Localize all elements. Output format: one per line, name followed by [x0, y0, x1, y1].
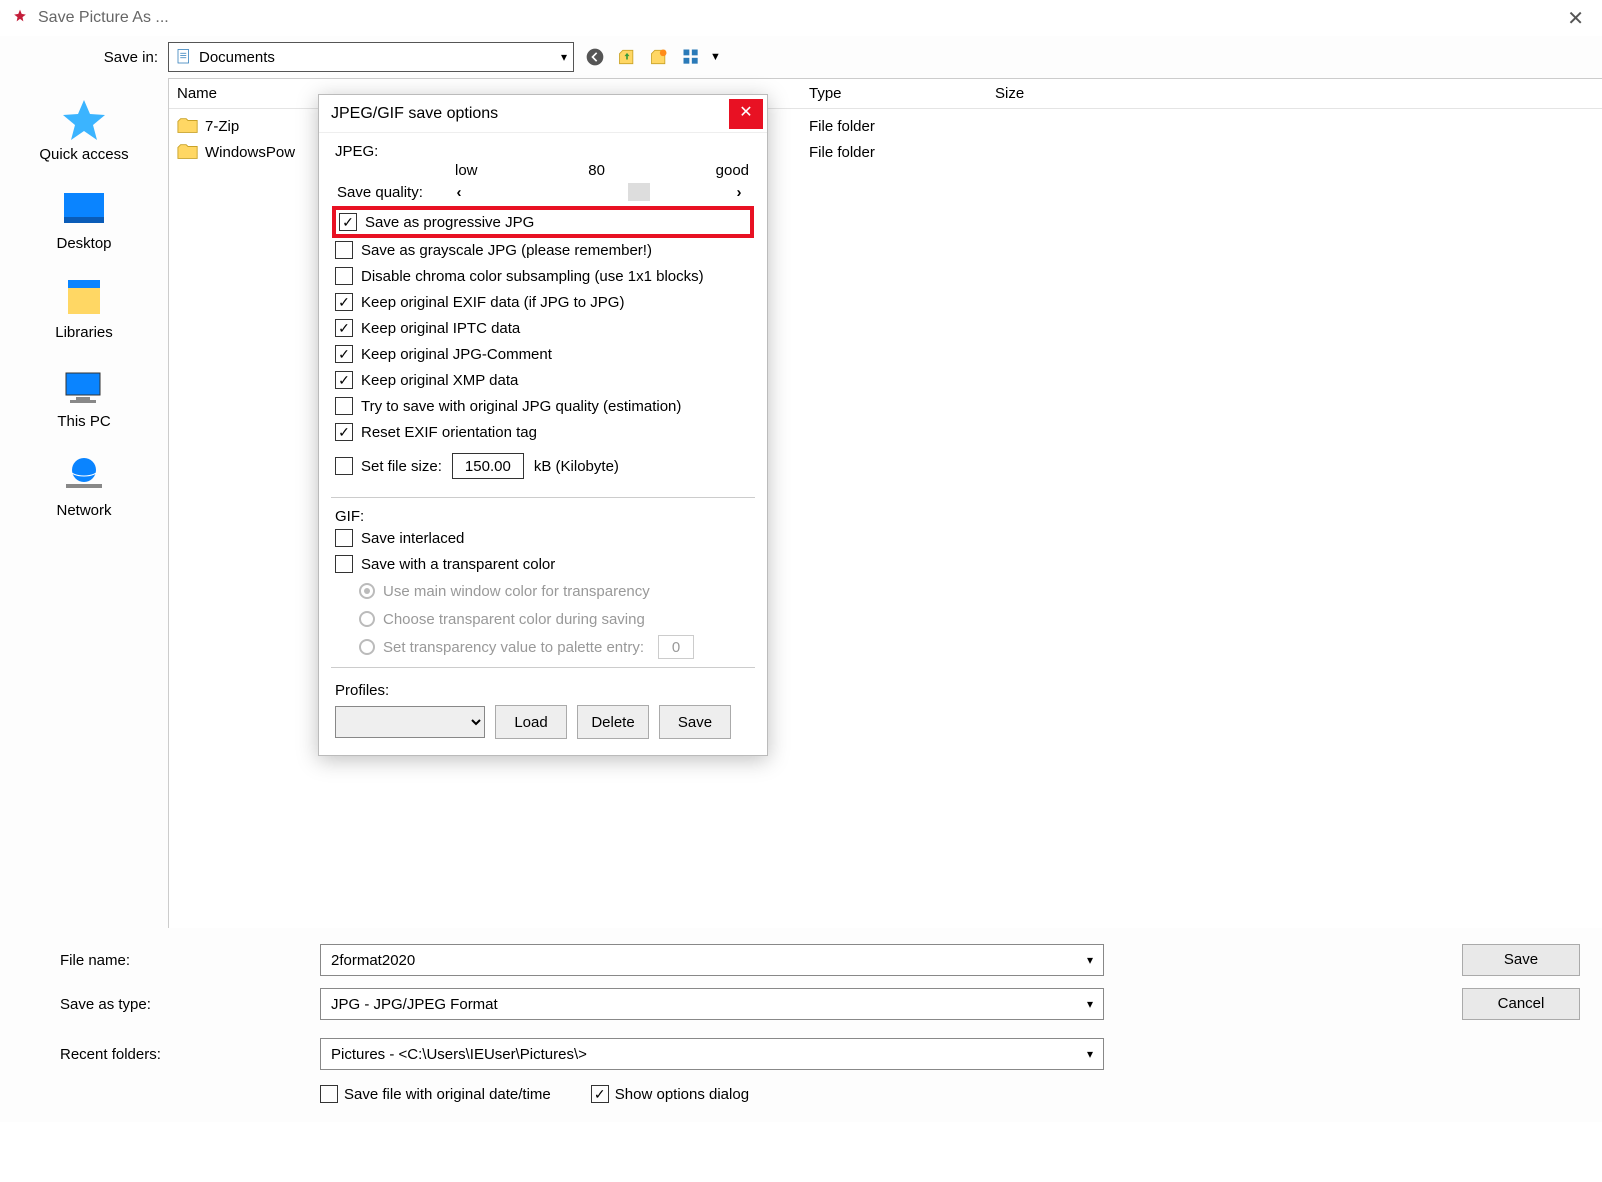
- libraries-icon: [60, 276, 108, 320]
- grayscale-jpg-checkbox[interactable]: Save as grayscale JPG (please remember!): [335, 237, 751, 263]
- profiles-label: Profiles:: [335, 682, 389, 699]
- keep-iptc-checkbox[interactable]: Keep original IPTC data: [335, 315, 751, 341]
- desktop-icon: [60, 187, 108, 231]
- chevron-down-icon: ▾: [1087, 953, 1093, 967]
- quality-slider[interactable]: [477, 183, 721, 201]
- keep-comment-checkbox[interactable]: Keep original JPG-Comment: [335, 341, 751, 367]
- folder-icon: [177, 143, 199, 161]
- chevron-down-icon: ▾: [1087, 1047, 1093, 1061]
- up-folder-button[interactable]: [614, 44, 640, 70]
- filesize-input[interactable]: [452, 453, 524, 479]
- filename-label: File name:: [60, 952, 320, 969]
- transparency-palette-radio: Set transparency value to palette entry:: [331, 633, 755, 661]
- progressive-jpg-checkbox[interactable]: Save as progressive JPG: [335, 209, 751, 235]
- savein-toolbar: Save in: Documents ▾ ▼: [0, 36, 1602, 78]
- gif-group-label: GIF:: [331, 504, 755, 525]
- chevron-down-icon[interactable]: ▼: [710, 51, 721, 63]
- back-button[interactable]: [582, 44, 608, 70]
- savetype-combo[interactable]: JPG - JPG/JPEG Format ▾: [320, 988, 1104, 1020]
- reset-exif-orientation-checkbox[interactable]: Reset EXIF orientation tag: [335, 419, 751, 445]
- dialog-title: JPEG/GIF save options: [331, 105, 498, 123]
- cancel-button[interactable]: Cancel: [1462, 988, 1580, 1020]
- close-icon[interactable]: ✕: [1559, 6, 1592, 31]
- profile-save-button[interactable]: Save: [659, 705, 731, 739]
- bottom-panel: File name: 2format2020 ▾ Save Save as ty…: [0, 928, 1602, 1122]
- savein-combo[interactable]: Documents ▾: [168, 42, 574, 72]
- app-icon: [10, 8, 30, 28]
- place-quick-access[interactable]: Quick access: [24, 98, 144, 163]
- view-button[interactable]: [678, 44, 704, 70]
- jpeg-group-label: JPEG:: [331, 139, 755, 160]
- recent-label: Recent folders:: [60, 1046, 320, 1063]
- window-title: Save Picture As ...: [38, 9, 169, 27]
- new-folder-button[interactable]: [646, 44, 672, 70]
- chevron-down-icon: ▾: [1087, 997, 1093, 1011]
- palette-entry-input: [658, 635, 694, 659]
- save-button[interactable]: Save: [1462, 944, 1580, 976]
- column-size[interactable]: Size: [995, 85, 1602, 102]
- jpeg-gif-options-dialog: JPEG/GIF save options ✕ JPEG: low 80 goo…: [318, 94, 768, 756]
- chroma-subsampling-checkbox[interactable]: Disable chroma color subsampling (use 1x…: [335, 263, 751, 289]
- save-original-date-checkbox[interactable]: Save file with original date/time: [320, 1085, 551, 1103]
- set-filesize-checkbox[interactable]: Set file size:: [335, 453, 442, 479]
- transparency-main-window-radio: Use main window color for transparency: [331, 577, 755, 605]
- keep-exif-checkbox[interactable]: Keep original EXIF data (if JPG to JPG): [335, 289, 751, 315]
- transparent-color-checkbox[interactable]: Save with a transparent color: [335, 551, 751, 577]
- show-options-checkbox[interactable]: Show options dialog: [591, 1085, 749, 1103]
- interlaced-checkbox[interactable]: Save interlaced: [335, 525, 751, 551]
- recent-combo[interactable]: Pictures - <C:\Users\IEUser\Pictures\> ▾: [320, 1038, 1104, 1070]
- original-quality-checkbox[interactable]: Try to save with original JPG quality (e…: [335, 393, 751, 419]
- quality-decrease-button[interactable]: ‹: [449, 184, 469, 201]
- column-type[interactable]: Type: [809, 85, 995, 102]
- keep-xmp-checkbox[interactable]: Keep original XMP data: [335, 367, 751, 393]
- titlebar: Save Picture As ... ✕: [0, 0, 1602, 36]
- star-icon: [60, 98, 108, 142]
- place-libraries[interactable]: Libraries: [24, 276, 144, 341]
- pc-icon: [60, 365, 108, 409]
- quality-label: Save quality:: [337, 184, 441, 201]
- delete-button[interactable]: Delete: [577, 705, 649, 739]
- network-icon: [60, 454, 108, 498]
- filename-combo[interactable]: 2format2020 ▾: [320, 944, 1104, 976]
- profiles-select[interactable]: [335, 706, 485, 738]
- close-icon[interactable]: ✕: [729, 99, 763, 129]
- place-network[interactable]: Network: [24, 454, 144, 519]
- folder-icon: [177, 117, 199, 135]
- chevron-down-icon: ▾: [561, 50, 567, 64]
- quality-increase-button[interactable]: ›: [729, 184, 749, 201]
- places-bar: Quick access Desktop Libraries This PC N…: [0, 78, 168, 928]
- place-desktop[interactable]: Desktop: [24, 187, 144, 252]
- savein-value: Documents: [199, 49, 275, 66]
- savetype-label: Save as type:: [60, 996, 320, 1013]
- document-icon: [175, 48, 193, 66]
- transparency-choose-radio: Choose transparent color during saving: [331, 605, 755, 633]
- load-button[interactable]: Load: [495, 705, 567, 739]
- savein-label: Save in:: [60, 49, 168, 66]
- place-this-pc[interactable]: This PC: [24, 365, 144, 430]
